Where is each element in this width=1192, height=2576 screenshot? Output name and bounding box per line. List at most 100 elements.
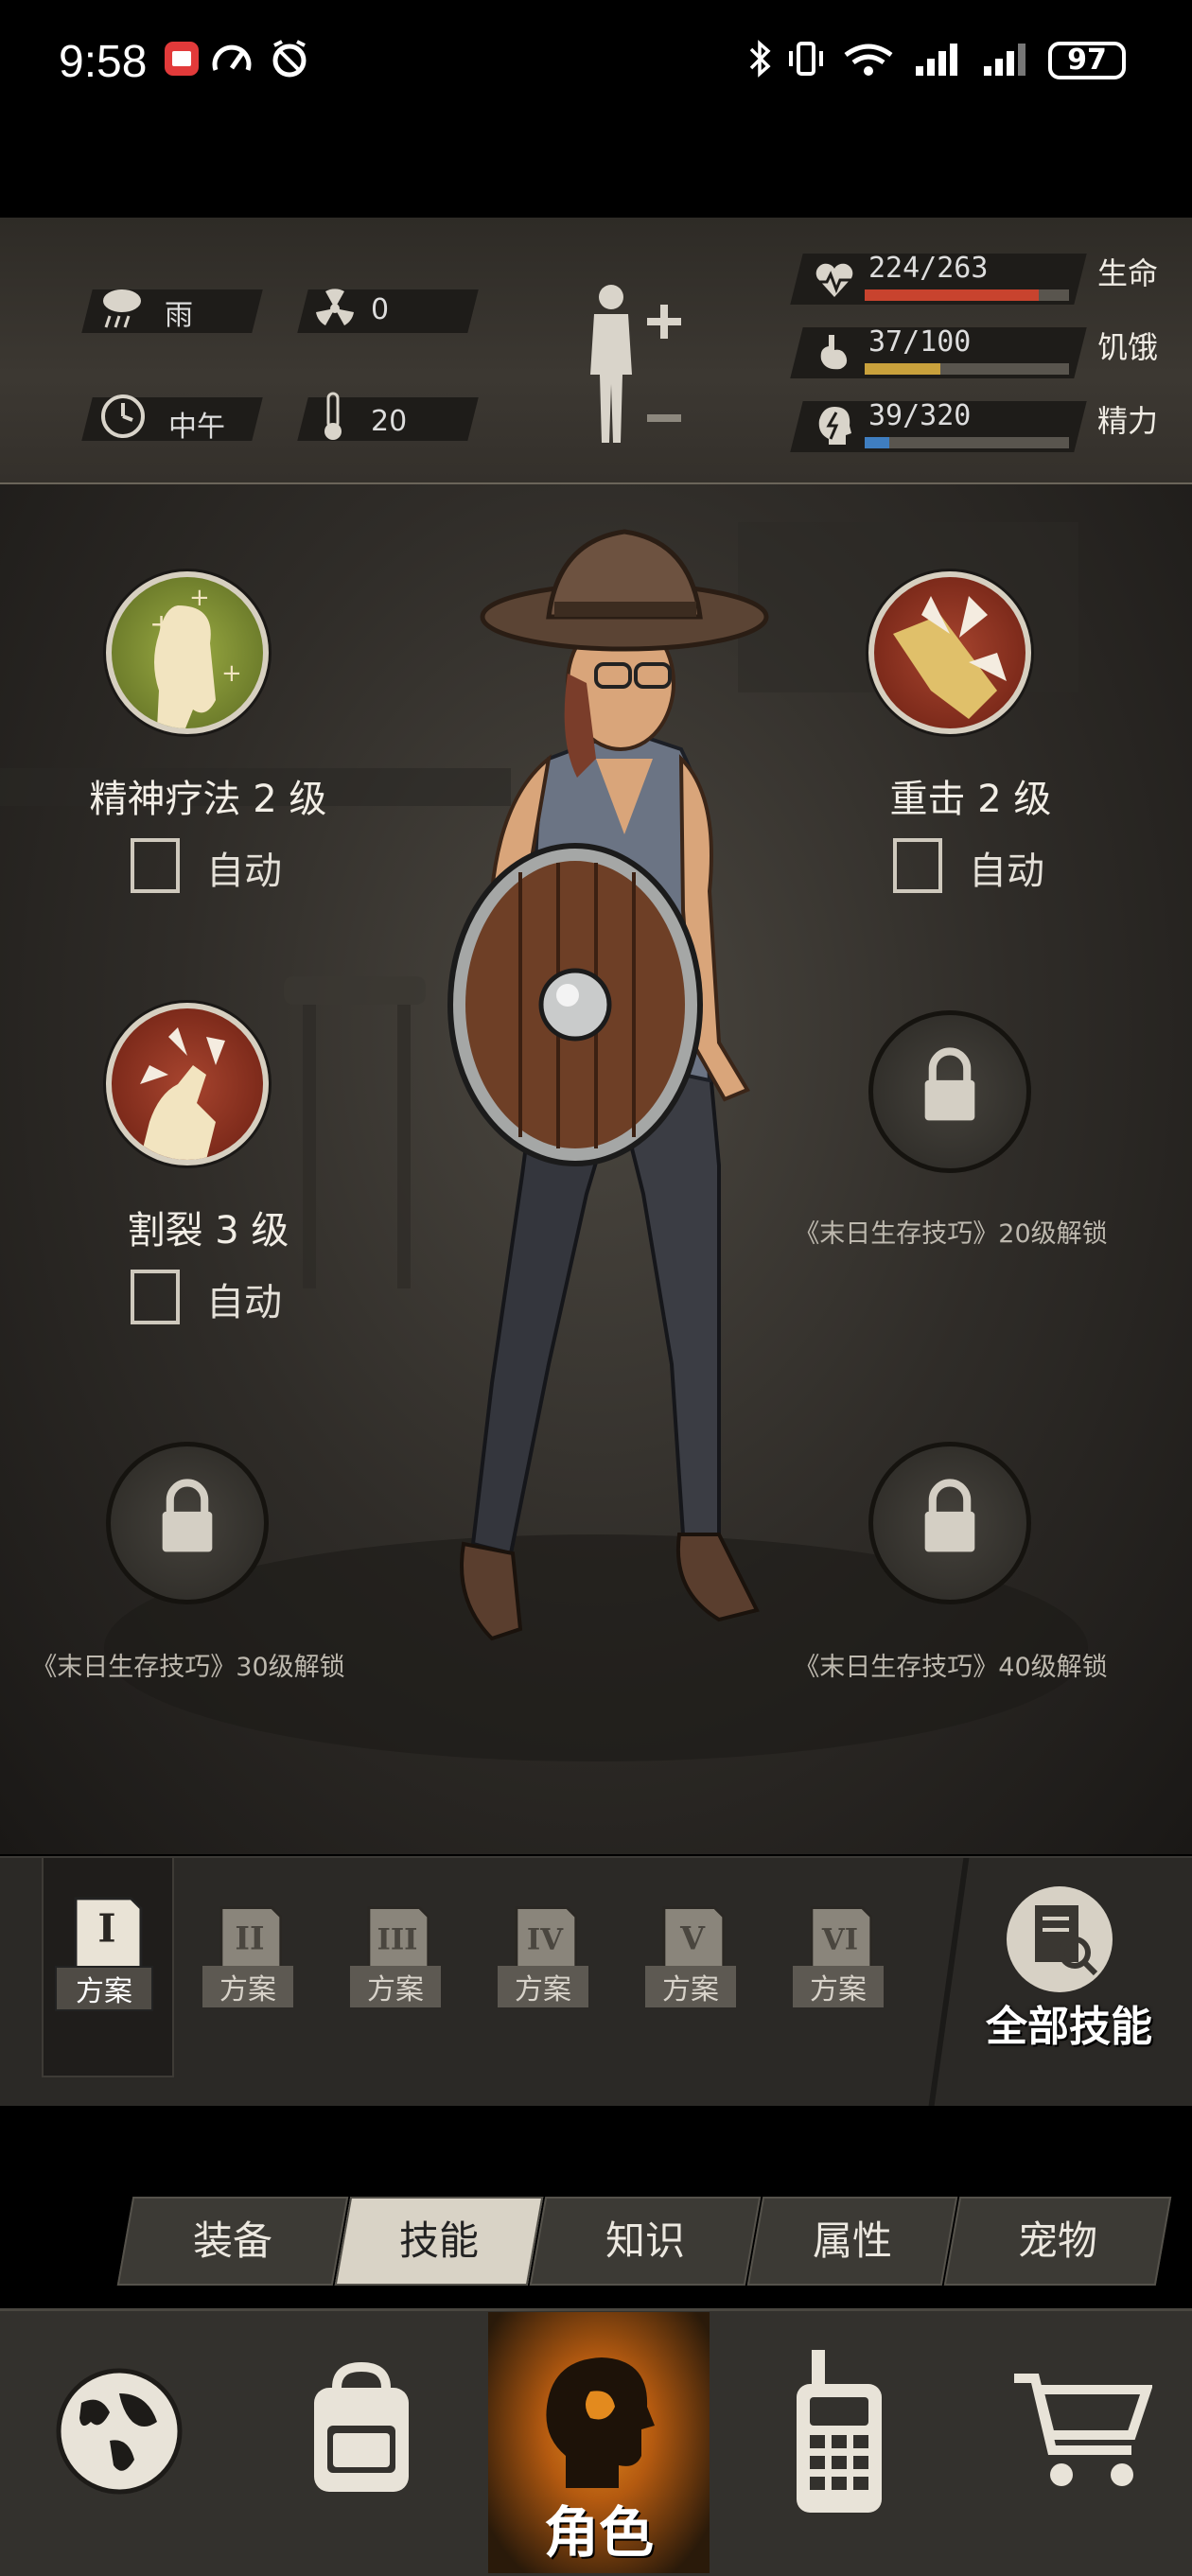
tab-equipment[interactable]: 装备 <box>116 2197 349 2286</box>
all-skills-label: 全部技能 <box>986 2003 1152 2051</box>
battery-indicator: 97 <box>1048 42 1126 79</box>
svg-text:+: + <box>189 584 210 612</box>
tab-knowledge-label: 知识 <box>605 2217 685 2264</box>
scheme-button-4[interactable]: IV 方案 <box>498 1905 602 2047</box>
magnifier-document-icon <box>1007 1886 1113 1992</box>
scheme-button-2[interactable]: II 方案 <box>202 1905 307 2047</box>
radiation-icon <box>316 289 354 325</box>
stat-energy-name: 精力 <box>1097 403 1159 439</box>
rain-cloud-icon <box>103 289 141 328</box>
shopping-cart-icon <box>1014 2374 1152 2486</box>
auto-label-laceration: 自动 <box>206 1281 282 1324</box>
spirit-therapy-icon: + + + <box>149 584 242 728</box>
walkie-talkie-icon <box>797 2350 882 2513</box>
skill-name-laceration: 割裂 3 级 <box>127 1209 289 1253</box>
bluetooth-icon <box>749 40 771 78</box>
stat-health-fill <box>865 289 1039 301</box>
stat-health-value: 224/263 <box>868 252 989 285</box>
skill-slot-heavy-strike[interactable] <box>868 571 1031 734</box>
stat-health: 224/263 生命 <box>790 250 1171 307</box>
status-bar: 9:58 97 <box>0 0 1192 132</box>
vibrate-icon <box>789 42 823 76</box>
scheme-numeral-2: II <box>235 1920 264 1957</box>
scheme-label-3: 方案 <box>350 1966 441 2007</box>
scheme-label-5: 方案 <box>645 1966 736 2007</box>
head-energy-icon <box>818 407 851 445</box>
stat-hunger-fill <box>865 363 940 375</box>
nav-shop[interactable] <box>965 2312 1192 2573</box>
clock-icon <box>101 394 145 438</box>
locked-skill-slot-40[interactable] <box>868 1442 1031 1604</box>
stat-energy-fill <box>865 437 890 448</box>
status-time: 9:58 <box>59 37 148 87</box>
unlock-requirement-40: 《末日生存技巧》40级解锁 <box>794 1653 1108 1682</box>
scheme-numeral-3: III <box>377 1923 417 1957</box>
scheme-label-1: 方案 <box>55 1966 153 2011</box>
tab-pets-label: 宠物 <box>1017 2217 1097 2264</box>
stat-energy-track <box>865 437 1069 448</box>
stat-energy: 39/320 精力 <box>790 397 1171 454</box>
backpack-icon <box>314 2361 409 2492</box>
scheme-label-4: 方案 <box>498 1966 588 2007</box>
scheme-numeral-1: I <box>97 1904 115 1951</box>
scheme-numeral-5: V <box>679 1920 706 1957</box>
scheme-divider <box>928 1858 970 2106</box>
unlock-requirement-30: 《末日生存技巧》30级解锁 <box>31 1653 345 1682</box>
tab-knowledge[interactable]: 知识 <box>529 2197 762 2286</box>
heavy-strike-icon <box>893 596 1007 719</box>
all-skills-button[interactable]: 全部技能 <box>965 1883 1173 2072</box>
stat-hunger-value: 37/100 <box>868 325 972 359</box>
wifi-icon <box>844 44 893 76</box>
skill-name-heavy-strike: 重击 2 级 <box>889 778 1052 821</box>
thermometer-icon <box>324 392 342 440</box>
time-of-day-label: 中午 <box>168 411 225 444</box>
stomach-icon <box>820 335 848 370</box>
auto-checkbox-heavy-strike[interactable] <box>893 838 942 893</box>
lock-icon <box>924 1479 975 1552</box>
weather-label: 雨 <box>165 299 193 332</box>
stat-hunger-name: 饥饿 <box>1097 329 1159 365</box>
head-profile-icon <box>546 2357 655 2488</box>
svg-text:+: + <box>221 659 242 688</box>
auto-label-heavy-strike: 自动 <box>969 850 1044 893</box>
stat-health-track <box>865 289 1069 301</box>
locked-skill-slot-30[interactable] <box>106 1442 269 1604</box>
tab-skills[interactable]: 技能 <box>334 2197 544 2286</box>
stat-hunger-track <box>865 363 1069 375</box>
nav-world-map[interactable] <box>0 2312 238 2573</box>
skill-name-spirit-therapy: 精神疗法 2 级 <box>89 778 327 821</box>
tab-pets[interactable]: 宠物 <box>943 2197 1172 2286</box>
auto-checkbox-laceration[interactable] <box>131 1270 180 1324</box>
nav-backpack[interactable] <box>238 2312 486 2573</box>
scheme-numeral-4: IV <box>527 1923 564 1957</box>
signal-strength-icon <box>916 44 957 76</box>
lock-icon <box>162 1479 213 1552</box>
survivor-character <box>447 529 769 1641</box>
scheme-button-5[interactable]: V 方案 <box>645 1905 749 2047</box>
scheme-button-3[interactable]: III 方案 <box>350 1905 454 2047</box>
nav-character[interactable]: 角色 <box>488 2312 710 2573</box>
skill-slot-laceration[interactable] <box>106 1003 269 1165</box>
globe-icon <box>56 2368 183 2495</box>
nav-radio[interactable] <box>711 2312 965 2573</box>
scheme-button-6[interactable]: VI 方案 <box>793 1905 897 2047</box>
radiation-value: 0 <box>371 293 390 326</box>
auto-checkbox-spirit-therapy[interactable] <box>131 838 180 893</box>
stat-health-name: 生命 <box>1097 255 1159 291</box>
stat-energy-value: 39/320 <box>868 399 972 432</box>
svg-text:+: + <box>149 608 173 641</box>
tab-equipment-label: 装备 <box>192 2217 272 2264</box>
scheme-button-1[interactable]: I 方案 <box>55 1896 159 2038</box>
body-status-button[interactable] <box>573 280 696 450</box>
locked-skill-slot-20[interactable] <box>868 1010 1031 1173</box>
lock-icon <box>924 1047 975 1121</box>
scheme-label-2: 方案 <box>202 1966 293 2007</box>
skill-scheme-bar: I 方案 II 方案 III 方案 IV 方案 V 方案 VI 方案 全部技能 <box>0 1856 1192 2106</box>
skill-slot-spirit-therapy[interactable]: + + + <box>106 571 269 734</box>
tab-attributes[interactable]: 属性 <box>746 2197 958 2286</box>
character-scene: + + + 精神疗法 2 级 自动 重击 2 级 自动 割裂 3 级 自动 《末… <box>0 484 1192 1854</box>
unlock-requirement-20: 《末日生存技巧》20级解锁 <box>794 1219 1108 1249</box>
laceration-icon <box>140 1027 225 1160</box>
temperature-value: 20 <box>371 405 408 438</box>
speedometer-icon <box>212 44 252 71</box>
